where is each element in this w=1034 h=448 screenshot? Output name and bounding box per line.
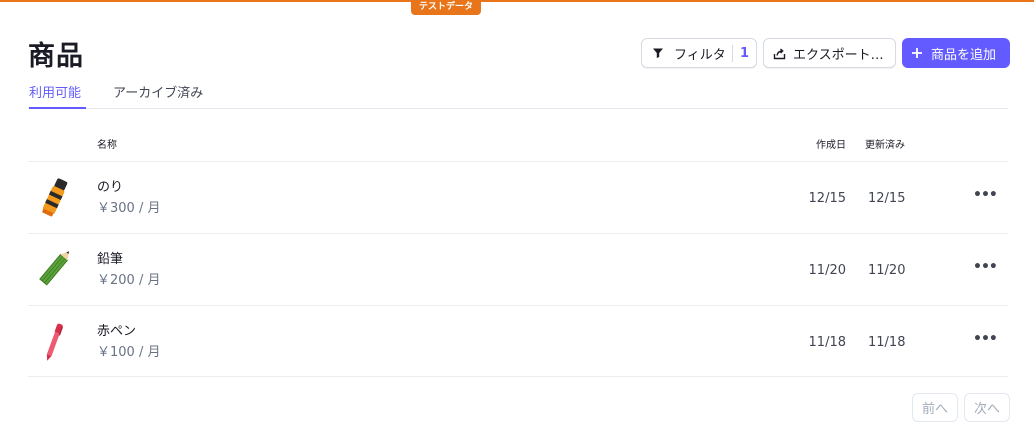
column-header-created[interactable]: 作成日 bbox=[816, 136, 846, 151]
updated-date: 12/15 bbox=[868, 191, 906, 206]
created-date: 12/15 bbox=[808, 191, 846, 206]
product-price: ￥300 / 月 bbox=[97, 201, 161, 216]
pencil-icon bbox=[34, 248, 74, 292]
row-divider bbox=[28, 376, 1008, 377]
updated-date: 11/18 bbox=[868, 335, 906, 350]
table-row[interactable]: 鉛筆 ￥200 / 月 11/20 11/20 ••• bbox=[0, 234, 1034, 306]
column-header-name[interactable]: 名称 bbox=[97, 136, 117, 151]
product-price: ￥100 / 月 bbox=[97, 345, 161, 360]
export-icon bbox=[773, 46, 787, 60]
export-button[interactable]: エクスポート… bbox=[763, 38, 896, 68]
table-row[interactable]: 赤ペン ￥100 / 月 11/18 11/18 ••• bbox=[0, 306, 1034, 378]
product-name[interactable]: 鉛筆 bbox=[97, 248, 123, 267]
product-name[interactable]: のり bbox=[97, 176, 123, 195]
plus-icon bbox=[911, 46, 925, 60]
filter-count-badge: 1 bbox=[740, 45, 750, 61]
export-label: エクスポート… bbox=[793, 47, 884, 63]
red-pen-icon bbox=[34, 320, 74, 364]
filter-icon bbox=[652, 46, 666, 60]
next-page-button[interactable]: 次へ bbox=[964, 393, 1010, 422]
tab-archived[interactable]: アーカイブ済み bbox=[113, 82, 203, 109]
updated-date: 11/20 bbox=[868, 263, 906, 278]
created-date: 11/20 bbox=[808, 263, 846, 278]
table-row[interactable]: のり ￥300 / 月 12/15 12/15 ••• bbox=[0, 162, 1034, 234]
previous-page-button[interactable]: 前へ bbox=[912, 393, 958, 422]
page-title: 商品 bbox=[28, 41, 84, 72]
filter-divider bbox=[732, 45, 733, 62]
filter-button[interactable]: フィルタ 1 bbox=[641, 38, 757, 68]
product-name[interactable]: 赤ペン bbox=[97, 320, 136, 339]
more-actions-icon[interactable]: ••• bbox=[973, 187, 998, 207]
tab-available[interactable]: 利用可能 bbox=[29, 82, 86, 109]
more-actions-icon[interactable]: ••• bbox=[973, 331, 998, 351]
test-mode-bar bbox=[0, 0, 1034, 2]
created-date: 11/18 bbox=[808, 335, 846, 350]
more-actions-icon[interactable]: ••• bbox=[973, 259, 998, 279]
glue-stick-icon bbox=[34, 176, 74, 220]
column-header-updated[interactable]: 更新済み bbox=[865, 136, 905, 151]
add-product-label: 商品を追加 bbox=[931, 47, 997, 63]
filter-label: フィルタ bbox=[674, 47, 726, 63]
product-price: ￥200 / 月 bbox=[97, 273, 161, 288]
tab-bar: 利用可能 アーカイブ済み bbox=[28, 80, 1008, 109]
add-product-button[interactable]: 商品を追加 bbox=[902, 38, 1010, 68]
test-data-badge: テストデータ bbox=[411, 0, 482, 15]
